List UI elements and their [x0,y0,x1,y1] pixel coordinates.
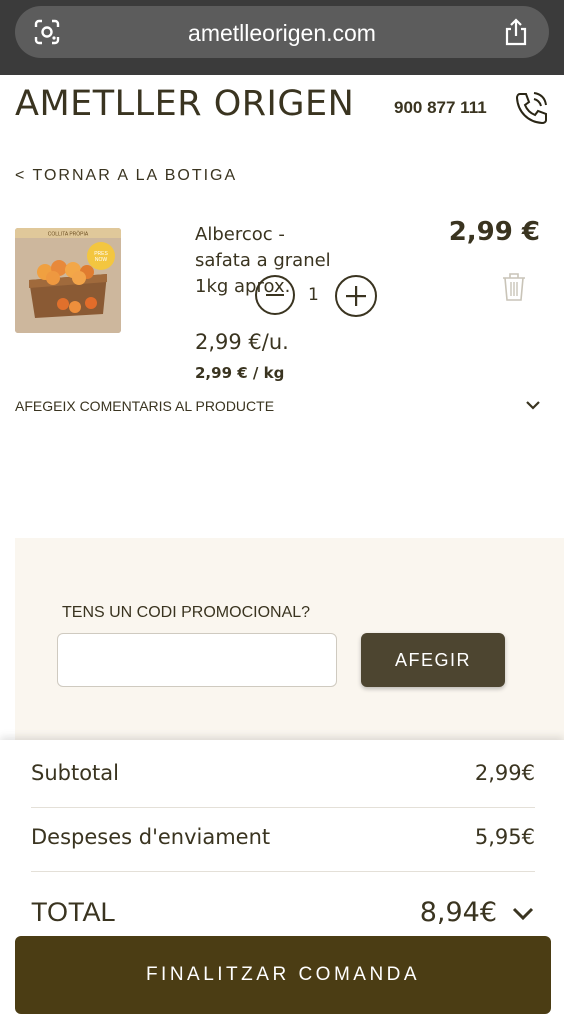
browser-bar: ametlleorigen.com [0,0,564,75]
url-text[interactable]: ametlleorigen.com [15,20,549,47]
product-line-price: 2,99 € [448,217,540,247]
order-summary-panel: Subtotal 2,99€ Despeses d'enviament 5,95… [0,740,564,1024]
subtotal-label: Subtotal [31,761,119,785]
divider [31,871,535,872]
image-top-label: COLLITA PRÒPIA [48,231,89,238]
apply-promo-button[interactable]: AFEGIR [361,633,505,687]
back-to-shop-link[interactable]: < TORNAR A LA BOTIGA [15,167,237,185]
total-value-group[interactable]: 8,94€ [420,897,535,928]
increase-quantity-button[interactable] [335,275,377,317]
add-product-comments-link[interactable]: AFEGEIX COMENTARIS AL PRODUCTE [15,398,274,414]
divider [31,807,535,808]
total-row[interactable]: TOTAL 8,94€ [31,887,535,928]
minus-icon [266,294,284,296]
unit-price: 2,99 €/u. [195,330,289,354]
shipping-row: Despeses d'enviament 5,95€ [31,825,535,849]
site-logo[interactable]: AMETLLER ORIGEN [15,84,354,124]
shipping-value: 5,95€ [474,825,535,849]
decrease-quantity-button[interactable] [255,275,295,315]
price-per-kg: 2,99 € / kg [195,364,285,382]
phone-icon[interactable] [512,90,550,126]
share-icon[interactable] [503,18,529,46]
promo-code-section: TENS UN CODI PROMOCIONAL? AFEGIR [15,538,564,748]
quantity-value: 1 [308,285,319,305]
trash-icon[interactable] [502,272,526,302]
shipping-label: Despeses d'enviament [31,825,271,849]
subtotal-row: Subtotal 2,99€ [31,761,535,785]
product-image[interactable]: COLLITA PRÒPIA PRES NOW [15,228,121,333]
phone-number[interactable]: 900 877 111 [394,98,487,118]
checkout-button[interactable]: FINALITZAR COMANDA [15,936,551,1014]
chevron-down-icon[interactable] [511,905,535,921]
subtotal-value: 2,99€ [474,761,535,785]
url-bar[interactable]: ametlleorigen.com [15,6,549,58]
total-value: 8,94€ [419,897,497,928]
total-label: TOTAL [31,897,116,927]
image-badge-line2: NOW [95,257,108,263]
chevron-down-icon[interactable] [524,398,542,412]
promo-code-input[interactable] [57,633,337,687]
promo-code-label: TENS UN CODI PROMOCIONAL? [62,604,311,621]
plus-icon [346,286,366,306]
